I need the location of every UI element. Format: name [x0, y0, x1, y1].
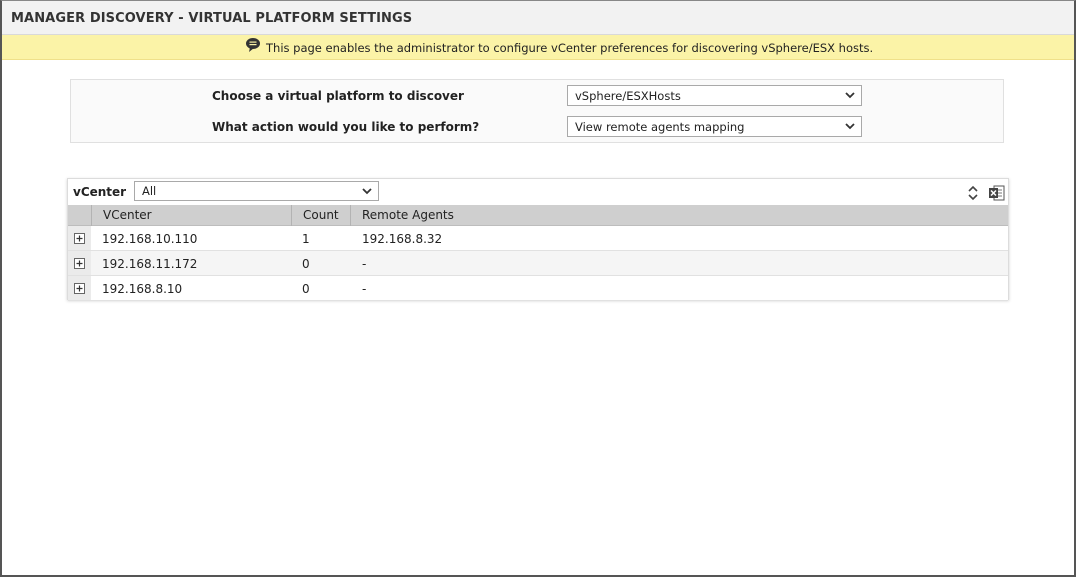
- cell-count: 0: [302, 282, 310, 296]
- table-row: 192.168.10.110 1 192.168.8.32: [68, 226, 1008, 251]
- platform-select-value: vSphere/ESXHosts: [575, 89, 681, 103]
- settings-form: Choose a virtual platform to discover vS…: [70, 79, 1004, 143]
- speech-bubble-icon: [246, 38, 260, 52]
- column-header-vcenter[interactable]: VCenter: [91, 205, 291, 226]
- sort-updown-icon[interactable]: [966, 184, 980, 202]
- action-label: What action would you like to perform?: [212, 120, 480, 134]
- cell-remote-agents: -: [362, 257, 367, 271]
- cell-count: 1: [302, 232, 310, 246]
- expand-plus-icon[interactable]: [74, 283, 85, 294]
- vcenter-filter-label: vCenter: [73, 185, 127, 199]
- table-row: 192.168.11.172 0 -: [68, 251, 1008, 276]
- column-header-count[interactable]: Count: [291, 205, 350, 226]
- cell-count: 0: [302, 257, 310, 271]
- expander-header: [68, 205, 91, 226]
- vcenter-filter-select[interactable]: All: [134, 181, 379, 201]
- cell-vcenter: 192.168.11.172: [102, 257, 198, 271]
- column-header-remote-agents[interactable]: Remote Agents: [350, 205, 1008, 226]
- excel-export-icon[interactable]: [988, 184, 1006, 202]
- action-select-value: View remote agents mapping: [575, 120, 745, 134]
- expander-cell: [68, 251, 91, 275]
- cell-remote-agents: -: [362, 282, 367, 296]
- expand-plus-icon[interactable]: [74, 258, 85, 269]
- table-row: 192.168.8.10 0 -: [68, 276, 1008, 301]
- vcenter-grid: vCenter All VCenter Count Remote Agents …: [67, 178, 1009, 301]
- expander-cell: [68, 226, 91, 250]
- expand-plus-icon[interactable]: [74, 233, 85, 244]
- cell-remote-agents: 192.168.8.32: [362, 232, 443, 246]
- chevron-down-icon: [362, 188, 372, 195]
- chevron-down-icon: [845, 123, 855, 130]
- cell-vcenter: 192.168.8.10: [102, 282, 183, 296]
- platform-select[interactable]: vSphere/ESXHosts: [567, 85, 862, 106]
- vcenter-filter-value: All: [142, 184, 157, 198]
- platform-label: Choose a virtual platform to discover: [212, 89, 464, 103]
- action-select[interactable]: View remote agents mapping: [567, 116, 862, 137]
- cell-vcenter: 192.168.10.110: [102, 232, 198, 246]
- info-banner: This page enables the administrator to c…: [2, 35, 1074, 60]
- expander-cell: [68, 276, 91, 300]
- chevron-down-icon: [845, 92, 855, 99]
- info-message: This page enables the administrator to c…: [266, 41, 874, 55]
- page-title: MANAGER DISCOVERY - VIRTUAL PLATFORM SET…: [11, 11, 413, 26]
- grid-header: VCenter Count Remote Agents: [68, 205, 1008, 226]
- page-header: MANAGER DISCOVERY - VIRTUAL PLATFORM SET…: [2, 1, 1074, 35]
